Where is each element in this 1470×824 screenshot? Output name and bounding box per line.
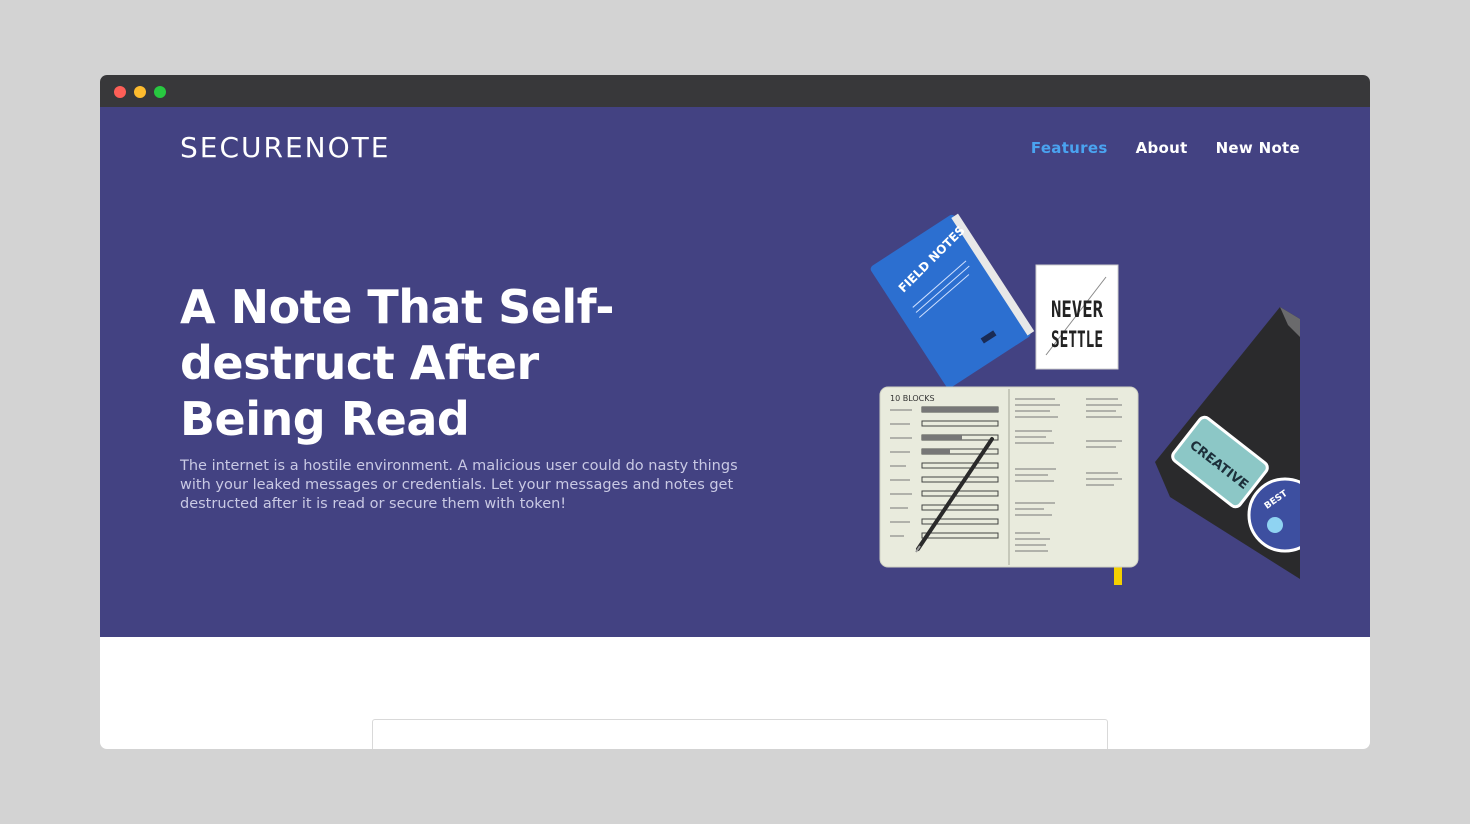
nav-link-new-note[interactable]: New Note [1216,139,1300,157]
content-card [372,719,1108,749]
close-window-icon[interactable] [114,86,126,98]
nav-link-about[interactable]: About [1136,139,1188,157]
hero-description: The internet is a hostile environment. A… [180,458,738,512]
open-journal: 10 BLOCKS [879,386,1139,585]
field-notes-notebook: FIELD NOTES [870,213,1035,388]
nav-link-features[interactable]: Features [1031,139,1108,157]
main-nav: Features About New Note [1031,139,1300,157]
hero-illustration: FIELD NOTES NEVER SETTLE 10 BLOCKS CREAT… [870,213,1300,585]
laptop-with-stickers: CREATIVE BEST [1155,307,1300,579]
maximize-window-icon[interactable] [154,86,166,98]
never-settle-poster: NEVER SETTLE [1035,264,1119,370]
journal-heading: 10 BLOCKS [890,394,935,403]
browser-window: SECURENOTE Features About New Note A Not… [100,75,1370,749]
poster-text-settle: SETTLE [1051,328,1103,353]
brand-logo[interactable]: SECURENOTE [180,131,390,164]
hero-title: A Note That Self-destruct After Being Re… [180,280,614,446]
minimize-window-icon[interactable] [134,86,146,98]
hero-section: SECURENOTE Features About New Note A Not… [100,107,1370,637]
window-titlebar [100,75,1370,107]
poster-text-never: NEVER [1051,298,1104,323]
